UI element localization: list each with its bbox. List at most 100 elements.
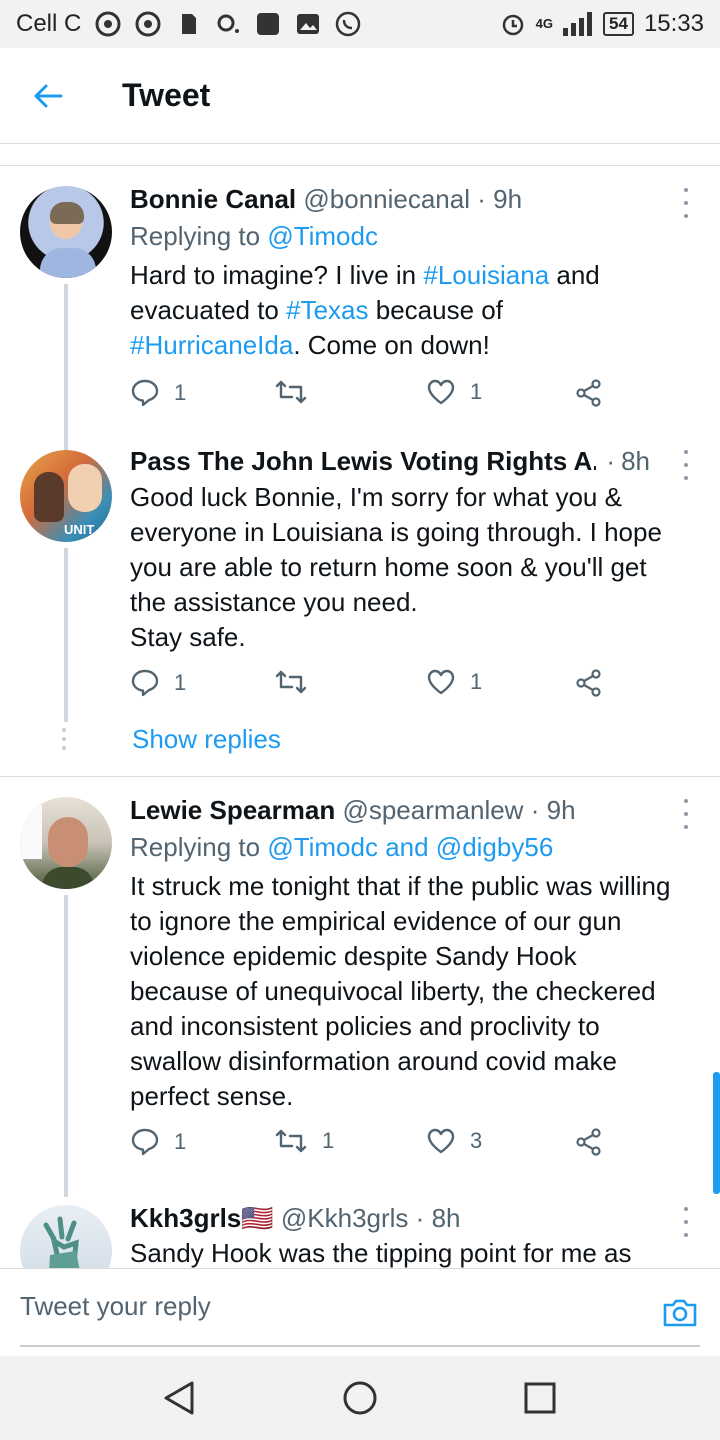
display-name[interactable]: Lewie Spearman xyxy=(130,795,335,825)
heart-icon xyxy=(427,379,455,405)
tweet-voting-rights[interactable]: UNIT Pass The John Lewis Voting Rights A… xyxy=(0,432,720,732)
retweet-button[interactable] xyxy=(274,668,322,696)
battery-indicator: 54 xyxy=(603,12,634,36)
retweet-count: 1 xyxy=(322,1128,335,1153)
retweet-icon xyxy=(275,670,307,694)
top-app-bar: Tweet xyxy=(0,48,720,144)
thread-line xyxy=(64,548,68,722)
more-vertical-icon xyxy=(684,1207,688,1211)
tweet-meta: Lewie Spearman @spearmanlew · 9h xyxy=(130,795,680,826)
like-button[interactable]: 1 xyxy=(426,668,482,696)
more-options-button[interactable] xyxy=(680,188,692,218)
display-name[interactable]: Pass The John Lewis Voting Rights A... xyxy=(130,446,596,477)
timestamp[interactable]: 8h xyxy=(432,1203,461,1233)
nav-back-icon[interactable] xyxy=(162,1380,196,1416)
tweet-text: Sandy Hook was the tipping point for me … xyxy=(130,1238,632,1268)
thread-line xyxy=(64,432,68,450)
display-name[interactable]: Bonnie Canal xyxy=(130,184,296,214)
share-button[interactable] xyxy=(574,1127,604,1157)
nav-recents-icon[interactable] xyxy=(524,1382,556,1414)
carrier-label: Cell C xyxy=(16,10,82,37)
like-button[interactable]: 3 xyxy=(426,1127,482,1155)
tweet-actions: 1 1 xyxy=(130,668,610,708)
share-button[interactable] xyxy=(574,668,604,698)
chrome-icon xyxy=(95,11,121,37)
user-handle[interactable]: @bonniecanal xyxy=(303,184,470,214)
like-count: 1 xyxy=(470,379,483,404)
reply-input[interactable]: Tweet your reply xyxy=(20,1291,211,1322)
tweet-meta: Pass The John Lewis Voting Rights A... ·… xyxy=(130,446,650,477)
avatar[interactable]: UNIT xyxy=(20,450,112,542)
share-icon xyxy=(576,1128,601,1156)
system-navigation-bar xyxy=(0,1356,720,1440)
reply-bar: Tweet your reply xyxy=(0,1268,720,1356)
retweet-button[interactable] xyxy=(274,378,322,406)
share-button[interactable] xyxy=(574,378,604,408)
like-count: 3 xyxy=(470,1128,483,1153)
user-handle[interactable]: @spearmanlew xyxy=(342,795,523,825)
alarm-icon xyxy=(502,14,523,36)
avatar[interactable] xyxy=(20,797,112,889)
reply-button[interactable]: 1 xyxy=(130,668,186,698)
separator-dot: · xyxy=(606,446,616,476)
separator-dot: · xyxy=(415,1203,425,1233)
share-icon xyxy=(576,669,601,697)
avatar-portrait-left xyxy=(34,472,64,522)
tweet-text-part: Hard to imagine? I live in xyxy=(130,260,424,290)
camera-icon[interactable] xyxy=(662,1295,698,1331)
replying-to-line: Replying to @Timodc xyxy=(130,221,680,252)
more-options-button[interactable] xyxy=(680,1207,692,1237)
reply-button[interactable]: 1 xyxy=(130,1127,186,1157)
hashtag-hurricaneida[interactable]: #HurricaneIda xyxy=(130,330,293,360)
scrollbar[interactable] xyxy=(713,1072,720,1194)
tweet-text: It struck me tonight that if the public … xyxy=(130,871,671,1111)
thread-continuation-dots xyxy=(62,728,68,750)
tweet-meta: Kkh3grls🇺🇸 @Kkh3grls · 8h xyxy=(130,1203,680,1234)
tweet-bonnie-canal[interactable]: Bonnie Canal @bonniecanal · 9h Replying … xyxy=(0,166,720,432)
user-handle[interactable]: @Kkh3grls xyxy=(281,1203,409,1233)
share-icon xyxy=(576,379,601,407)
avatar[interactable] xyxy=(20,186,112,278)
mention-link[interactable]: @Timodc and @digby56 xyxy=(267,832,553,862)
chrome-icon xyxy=(135,11,161,37)
more-options-button[interactable] xyxy=(680,450,692,480)
mention-link[interactable]: @Timodc xyxy=(267,221,378,251)
heart-icon xyxy=(427,669,455,695)
tweet-actions: 1 1 3 xyxy=(130,1127,610,1167)
thread-line xyxy=(64,895,68,1197)
reply-count: 1 xyxy=(174,1129,187,1154)
app-icon xyxy=(257,13,280,35)
timestamp[interactable]: 9h xyxy=(547,795,576,825)
timestamp[interactable]: 8h xyxy=(621,446,650,477)
more-vertical-icon xyxy=(684,799,688,803)
replying-to-line: Replying to @Timodc and @digby56 xyxy=(130,832,680,863)
hashtag-louisiana[interactable]: #Louisiana xyxy=(423,260,549,290)
like-count: 1 xyxy=(470,669,483,694)
speech-bubble-icon xyxy=(131,1128,159,1156)
show-replies-link[interactable]: Show replies xyxy=(132,724,281,755)
whatsapp-icon xyxy=(336,11,361,37)
signal-icon xyxy=(563,12,593,36)
timestamp[interactable]: 9h xyxy=(493,184,522,214)
display-name[interactable]: Kkh3grls🇺🇸 xyxy=(130,1203,274,1233)
speech-bubble-icon xyxy=(131,379,159,407)
like-button[interactable]: 1 xyxy=(426,378,482,406)
back-button[interactable] xyxy=(0,48,96,144)
avatar-face xyxy=(48,817,88,867)
arrow-left-icon xyxy=(34,84,63,107)
tweet-actions: 1 1 xyxy=(130,378,610,418)
nav-home-icon[interactable] xyxy=(342,1380,378,1416)
retweet-button[interactable]: 1 xyxy=(274,1127,334,1155)
network-type: 4G xyxy=(535,16,554,31)
reply-count: 1 xyxy=(174,670,187,695)
sd-card-icon xyxy=(182,14,197,34)
gallery-icon xyxy=(297,14,320,34)
tweet-text: Hard to imagine? I live in #Louisiana an… xyxy=(130,258,680,363)
avatar[interactable] xyxy=(20,1205,112,1268)
tweet-lewie-spearman[interactable]: Lewie Spearman @spearmanlew · 9h Replyin… xyxy=(0,777,720,1197)
hashtag-texas[interactable]: #Texas xyxy=(286,295,368,325)
separator-dot: · xyxy=(530,795,540,825)
tweet-kkh3grls[interactable]: Kkh3grls🇺🇸 @Kkh3grls · 8h Sandy Hook was… xyxy=(0,1197,720,1268)
more-options-button[interactable] xyxy=(680,799,692,829)
reply-button[interactable]: 1 xyxy=(130,378,186,408)
